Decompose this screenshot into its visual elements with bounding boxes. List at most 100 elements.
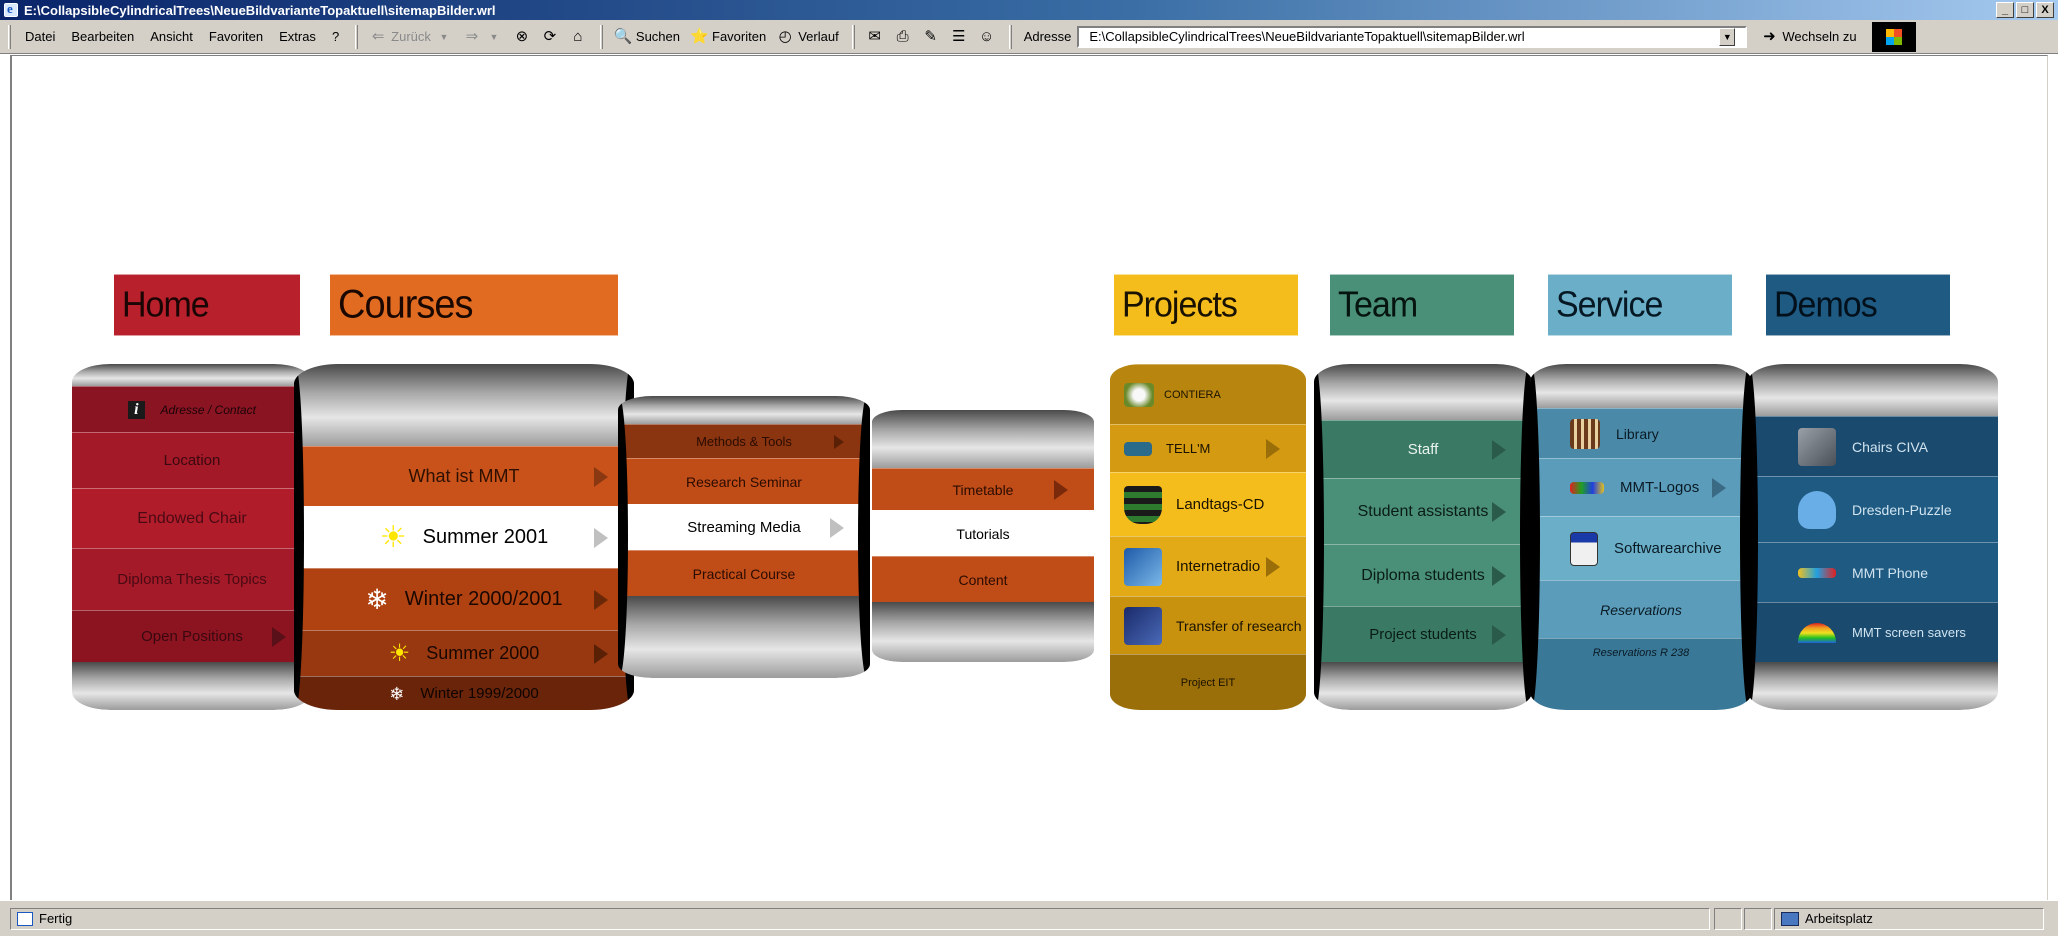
maximize-button[interactable]: □	[2016, 2, 2034, 18]
discuss-button[interactable]: ☰	[945, 28, 973, 46]
home-item[interactable]: Location	[72, 432, 312, 488]
course-sub2-item[interactable]: Content	[872, 556, 1094, 602]
header-service[interactable]: Service	[1548, 274, 1732, 336]
course-sub-item[interactable]: Research Seminar	[618, 458, 870, 504]
menu-bearbeiten[interactable]: Bearbeiten	[63, 29, 142, 44]
team-item[interactable]: Project students	[1314, 606, 1532, 662]
demo-item[interactable]: Dresden-Puzzle	[1748, 476, 1998, 542]
course-sub2-item[interactable]: Timetable	[872, 468, 1094, 510]
mail-button[interactable]: ✉	[861, 28, 889, 46]
menu-help[interactable]: ?	[324, 29, 347, 44]
service-item[interactable]: Reservations	[1530, 580, 1752, 638]
home-item[interactable]: Open Positions	[72, 610, 312, 662]
print-button[interactable]: ⎙	[889, 28, 917, 46]
course-item-selected[interactable]: ☀ Summer 2001	[294, 506, 634, 568]
toolbar-grip[interactable]	[355, 24, 359, 49]
demo-item[interactable]: MMT Phone	[1748, 542, 1998, 602]
course-item[interactable]: What ist MMT	[294, 446, 634, 506]
favorites-button[interactable]: ⭐ Favoriten	[685, 28, 771, 46]
address-dropdown-button[interactable]: ▼	[1719, 27, 1736, 46]
service-item[interactable]: Library	[1530, 408, 1752, 458]
cylinder-projects[interactable]: CONTIERA TELL'M Landtags-CD Internetradi…	[1110, 364, 1306, 710]
status-cell-empty	[1714, 907, 1742, 930]
home-item-label: Location	[163, 452, 221, 469]
address-label: Adresse	[1023, 29, 1072, 44]
header-team[interactable]: Team	[1330, 274, 1514, 336]
window-title: E:\CollapsibleCylindricalTrees\NeueBildv…	[24, 2, 496, 18]
messenger-icon: ☺	[979, 27, 995, 45]
header-projects[interactable]: Projects	[1114, 274, 1298, 336]
tellm-icon	[1124, 441, 1152, 456]
course-item[interactable]: ❄ Winter 2000/2001	[294, 568, 634, 630]
header-courses[interactable]: Courses	[330, 274, 618, 336]
stop-button[interactable]: ⊗	[508, 28, 536, 46]
header-demos[interactable]: Demos	[1766, 274, 1950, 336]
demo-item[interactable]: Chairs CIVA	[1748, 416, 1998, 476]
edit-button[interactable]: ✎	[917, 28, 945, 46]
cylinder-home[interactable]: i Adresse / Contact Location Endowed Cha…	[72, 364, 312, 710]
close-button[interactable]: X	[2036, 2, 2054, 18]
course-sub-item[interactable]: Practical Course	[618, 550, 870, 596]
course-sub2-item-selected[interactable]: Tutorials	[872, 510, 1094, 556]
home-item[interactable]: i Adresse / Contact	[72, 386, 312, 432]
header-projects-label: Projects	[1122, 284, 1238, 325]
expand-arrow-icon	[1266, 556, 1280, 577]
window-controls: _ □ X	[1996, 2, 2054, 18]
service-item[interactable]: Softwarearchive	[1530, 516, 1752, 580]
cylinder-service[interactable]: Library MMT-Logos Softwarearchive Reserv…	[1530, 364, 1752, 710]
refresh-button[interactable]: ⟳	[536, 28, 564, 46]
address-input[interactable]: E:\CollapsibleCylindricalTrees\NeueBildv…	[1077, 25, 1748, 48]
service-item-label: MMT-Logos	[1620, 479, 1700, 496]
address-value[interactable]: E:\CollapsibleCylindricalTrees\NeueBildv…	[1089, 29, 1524, 45]
chevron-down-icon: ▼	[439, 31, 449, 42]
minimize-button[interactable]: _	[1996, 2, 2014, 18]
toolbar-grip[interactable]	[1008, 24, 1012, 49]
header-home[interactable]: Home	[114, 274, 300, 336]
header-courses-label: Courses	[338, 282, 473, 327]
status-bar: Fertig Arbeitsplatz	[0, 900, 2058, 936]
cylinder-courses-sub2[interactable]: Timetable Tutorials Content	[872, 410, 1094, 662]
project-item[interactable]: CONTIERA	[1110, 364, 1306, 424]
course-item[interactable]: ☀ Summer 2000	[294, 630, 634, 676]
project-item[interactable]: TELL'M	[1110, 424, 1306, 472]
cylinder-courses[interactable]: What ist MMT ☀ Summer 2001 ❄ Winter 2000/2…	[294, 364, 634, 710]
cylinder-courses-sub[interactable]: Methods & Tools Research Seminar Streami…	[618, 396, 870, 678]
project-item[interactable]: Transfer of research	[1110, 596, 1306, 654]
team-item[interactable]: Diploma students	[1314, 544, 1532, 606]
forward-button[interactable]: ⇒ ▼	[458, 28, 508, 46]
home-item[interactable]: Endowed Chair	[72, 488, 312, 548]
cylinder-demos[interactable]: Chairs CIVA Dresden-Puzzle MMT Phone MMT…	[1748, 364, 1998, 710]
service-item[interactable]: Reservations R 238	[1530, 638, 1752, 710]
back-button[interactable]: ⇐ Zurück ▼	[364, 28, 458, 46]
course-item[interactable]: ❄ Winter 1999/2000	[294, 676, 634, 710]
messenger-button[interactable]: ☺	[973, 28, 1001, 46]
project-item[interactable]: Internetradio	[1110, 536, 1306, 596]
course-sub-item[interactable]: Methods & Tools	[618, 424, 870, 458]
history-button[interactable]: ◴ Verlauf	[771, 28, 843, 46]
menu-favoriten[interactable]: Favoriten	[201, 29, 271, 44]
demo-item[interactable]: MMT screen savers	[1748, 602, 1998, 662]
toolbar-grip[interactable]	[8, 24, 11, 49]
search-button[interactable]: 🔍 Suchen	[609, 28, 685, 46]
refresh-icon: ⟳	[543, 27, 557, 45]
home-button[interactable]: ⌂	[564, 28, 592, 46]
course-sub-item-selected[interactable]: Streaming Media	[618, 504, 870, 550]
menu-datei[interactable]: Datei	[17, 29, 63, 44]
cylinder-team[interactable]: Staff Student assistants Diploma student…	[1314, 364, 1532, 710]
service-item[interactable]: MMT-Logos	[1530, 458, 1752, 516]
project-item[interactable]: Project EIT	[1110, 654, 1306, 710]
ie-icon	[4, 1, 18, 17]
phone-icon	[1798, 567, 1836, 578]
menu-extras[interactable]: Extras	[271, 29, 324, 44]
team-item[interactable]: Staff	[1314, 420, 1532, 478]
menu-ansicht[interactable]: Ansicht	[142, 29, 201, 44]
home-item[interactable]: Diploma Thesis Topics	[72, 548, 312, 610]
expand-arrow-icon	[830, 517, 844, 538]
project-item[interactable]: Landtags-CD	[1110, 472, 1306, 536]
chairs-icon	[1798, 427, 1836, 466]
service-item-label: Softwarearchive	[1614, 540, 1722, 557]
go-button[interactable]: ➜ Wechseln zu	[1755, 28, 1861, 46]
edit-icon: ✎	[924, 27, 937, 45]
team-item[interactable]: Student assistants	[1314, 478, 1532, 544]
chevron-down-icon: ▼	[489, 31, 499, 42]
